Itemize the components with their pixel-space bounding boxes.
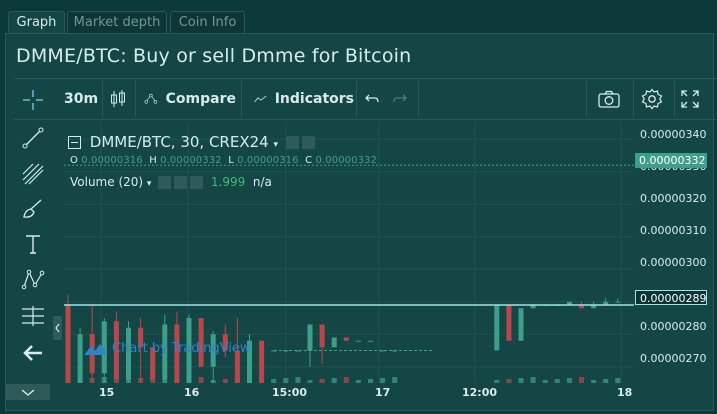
- time-axis[interactable]: 15 16 15:00 17 12:00 18: [64, 383, 634, 405]
- c-value: 0.00000332: [315, 155, 377, 166]
- tab-graph[interactable]: Graph: [8, 11, 65, 33]
- l-label: L: [228, 155, 234, 166]
- o-label: O: [70, 155, 78, 166]
- volume-dropdown-icon[interactable]: ▾: [147, 179, 152, 189]
- candle-body: [343, 337, 349, 341]
- candle-body: [65, 305, 71, 383]
- price-tick: 0.00000310: [640, 224, 707, 237]
- pattern-icon[interactable]: [14, 265, 52, 295]
- redo-icon[interactable]: [392, 79, 412, 119]
- candle-body: [615, 301, 621, 303]
- tradingview-watermark[interactable]: Chart by TradingView: [84, 341, 250, 356]
- price-tick: 0.00000280: [640, 320, 707, 333]
- volume-legend: Volume (20) ▾ 1.999 n/a: [70, 175, 272, 189]
- collapse-toolbar-button[interactable]: [6, 384, 50, 400]
- indicators-button[interactable]: Indicators: [254, 79, 354, 119]
- measure-icon[interactable]: [14, 301, 52, 331]
- collapse-legend-icon[interactable]: [68, 136, 81, 149]
- last-price-badge: 0.00000332: [635, 153, 707, 168]
- compare-icon: [144, 93, 158, 104]
- page-title: DMME/BTC: Buy or sell Dmme for Bitcoin: [16, 45, 412, 67]
- candle-body: [494, 305, 500, 351]
- time-tick: 17: [375, 386, 391, 399]
- fib-icon[interactable]: [14, 159, 52, 189]
- watermark-text: Chart by TradingView: [112, 341, 251, 356]
- chart-legend: DMME/BTC, 30, CREX24 ▾: [68, 133, 315, 151]
- text-icon[interactable]: [14, 229, 52, 259]
- candle-body: [77, 334, 83, 383]
- camera-icon[interactable]: [598, 79, 622, 119]
- price-tick: 0.00000300: [640, 256, 707, 269]
- brush-icon[interactable]: [14, 194, 52, 224]
- drawing-toolbar: [6, 90, 62, 412]
- volume-value: 1.999: [210, 175, 246, 189]
- legend-eye-icon[interactable]: [285, 136, 299, 149]
- chevron-down-icon: [21, 389, 35, 396]
- h-value: 0.00000332: [160, 155, 222, 166]
- settings-icon[interactable]: [641, 79, 665, 119]
- volume-na: n/a: [252, 175, 272, 189]
- price-tick: 0.00000340: [640, 128, 707, 141]
- time-tick: 15: [99, 386, 115, 399]
- candle-body: [259, 340, 265, 383]
- candle-body: [355, 340, 361, 342]
- candle-body: [307, 324, 313, 351]
- tab-coin-info[interactable]: Coin Info: [170, 11, 245, 33]
- candles-icon[interactable]: [109, 79, 131, 119]
- volume-close-icon[interactable]: [190, 176, 204, 189]
- tab-bar: Graph Market depth Coin Info: [0, 0, 717, 35]
- h-label: H: [149, 155, 157, 166]
- indicators-icon: [254, 95, 267, 103]
- candle-body: [331, 337, 337, 348]
- price-tick: 0.00000270: [640, 352, 707, 365]
- tab-market-depth[interactable]: Market depth: [67, 11, 167, 33]
- legend-symbol: DMME/BTC, 30, CREX24: [89, 133, 269, 151]
- o-value: 0.00000316: [81, 155, 143, 166]
- candle-body: [368, 340, 373, 342]
- volume-eye-icon[interactable]: [158, 176, 172, 189]
- legend-dropdown-icon[interactable]: ▾: [273, 140, 278, 150]
- undo-icon[interactable]: [364, 79, 384, 119]
- hide-toolbar-handle[interactable]: [53, 316, 62, 340]
- trendline-icon[interactable]: [14, 123, 52, 153]
- interval-button[interactable]: 30m: [64, 79, 98, 119]
- chevron-left-icon: [55, 323, 60, 333]
- time-tick: 16: [184, 386, 200, 399]
- volume-label: Volume (20): [70, 175, 144, 189]
- crosshair-icon[interactable]: [14, 85, 52, 115]
- indicators-label: Indicators: [274, 91, 354, 107]
- price-axis[interactable]: 0.00000340 0.00000330 0.00000320 0.00000…: [634, 123, 714, 383]
- candle-body: [518, 308, 524, 341]
- compare-label: Compare: [165, 91, 236, 107]
- back-arrow-icon[interactable]: [14, 338, 52, 368]
- compare-button[interactable]: Compare: [144, 79, 236, 119]
- time-tick: 15:00: [272, 386, 308, 399]
- chart-toolbar: 30m Compare Indicators: [14, 78, 716, 120]
- candle-body: [319, 324, 325, 348]
- fullscreen-icon[interactable]: [681, 79, 703, 119]
- time-tick: 18: [617, 386, 633, 399]
- candle-body: [506, 305, 512, 341]
- volume-settings-icon[interactable]: [174, 176, 188, 189]
- line-price-badge: 0.00000289: [635, 290, 707, 305]
- l-value: 0.00000316: [237, 155, 299, 166]
- price-tick: 0.00000320: [640, 192, 707, 205]
- tradingview-logo-icon: [85, 343, 105, 355]
- c-label: C: [305, 155, 313, 166]
- legend-settings-icon[interactable]: [301, 136, 315, 149]
- ohlc-values: O 0.00000316 H 0.00000332 L 0.00000316 C…: [70, 155, 377, 166]
- interval-label: 30m: [63, 91, 99, 107]
- time-tick: 12:00: [462, 386, 498, 399]
